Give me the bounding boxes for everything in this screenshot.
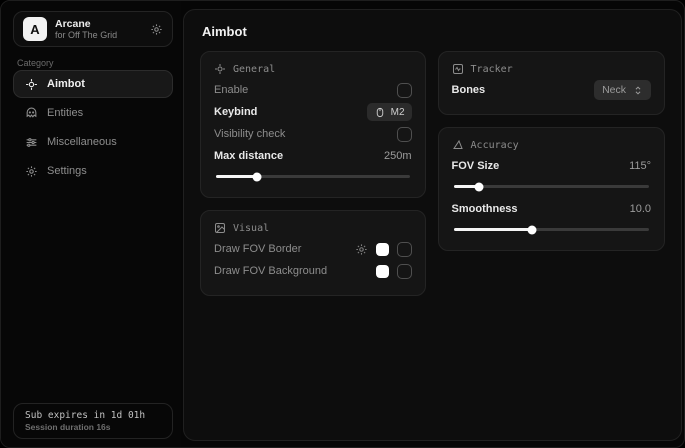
draw-fov-background-label: Draw FOV Background (214, 265, 327, 277)
max-distance-slider[interactable] (216, 175, 410, 178)
app-name: Arcane (55, 18, 142, 30)
fov-border-color-swatch[interactable] (376, 243, 389, 256)
session-duration-text: Session duration 16s (25, 422, 161, 432)
image-icon (214, 222, 226, 234)
sidebar-item-label: Miscellaneous (47, 136, 117, 148)
max-distance-value: 250m (384, 150, 412, 162)
slider-fill (454, 228, 532, 231)
keybind-value: M2 (391, 107, 405, 118)
sidebar-nav: Aimbot Entities Miscellaneous Settings (13, 70, 173, 185)
smoothness-row: Smoothness 10.0 (452, 198, 651, 220)
enable-label: Enable (214, 84, 248, 96)
crosshair-icon (214, 63, 226, 75)
sidebar-item-label: Entities (47, 107, 83, 119)
bones-selected-value: Neck (602, 84, 626, 96)
accuracy-card: Accuracy FOV Size 115° Smoothness 10.0 (438, 127, 665, 251)
sidebar-item-label: Settings (47, 165, 87, 177)
keybind-label: Keybind (214, 106, 257, 118)
keybind-row: Keybind M2 (214, 101, 412, 123)
fov-background-color-swatch[interactable] (376, 265, 389, 278)
entities-icon (25, 107, 38, 120)
slider-knob[interactable] (527, 225, 536, 234)
main-panel: Aimbot General Enable (183, 9, 682, 441)
gear-icon[interactable] (150, 23, 163, 36)
fov-size-label: FOV Size (452, 160, 500, 172)
crosshair-icon (25, 78, 38, 91)
app-window: A Arcane for Off The Grid Category Aimbo… (0, 0, 685, 448)
bones-label: Bones (452, 84, 486, 96)
sidebar-item-aimbot[interactable]: Aimbot (13, 70, 173, 98)
max-distance-label: Max distance (214, 150, 283, 162)
sidebar-item-label: Aimbot (47, 78, 85, 90)
gear-icon (25, 165, 38, 178)
slider-fill (216, 175, 257, 178)
tracker-icon (452, 63, 464, 75)
category-label: Category (17, 58, 54, 68)
draw-fov-background-checkbox[interactable] (397, 264, 412, 279)
subscription-info: Sub expires in 1d 01h Session duration 1… (13, 403, 173, 439)
card-title: Accuracy (471, 140, 519, 151)
visibility-check-label: Visibility check (214, 128, 285, 140)
bones-row: Bones Neck (452, 79, 651, 101)
fov-size-slider[interactable] (454, 185, 649, 188)
draw-fov-background-row: Draw FOV Background (214, 260, 412, 282)
angle-icon (452, 139, 464, 151)
card-title: General (233, 64, 275, 75)
enable-row: Enable (214, 79, 412, 101)
smoothness-slider[interactable] (454, 228, 649, 231)
sidebar-item-entities[interactable]: Entities (13, 99, 173, 127)
app-subtitle: for Off The Grid (55, 30, 142, 40)
draw-fov-border-checkbox[interactable] (397, 242, 412, 257)
gear-icon[interactable] (355, 243, 368, 256)
sidebar: A Arcane for Off The Grid Category Aimbo… (1, 1, 181, 447)
card-title: Visual (233, 223, 269, 234)
draw-fov-border-label: Draw FOV Border (214, 243, 301, 255)
sub-expires-text: Sub expires in 1d 01h (25, 410, 161, 421)
sliders-icon (25, 136, 38, 149)
smoothness-value: 10.0 (630, 203, 651, 215)
bones-select[interactable]: Neck (594, 80, 651, 100)
general-card: General Enable Keybind M2 (200, 51, 426, 198)
mouse-icon (374, 107, 386, 118)
max-distance-row: Max distance 250m (214, 145, 412, 167)
keybind-button[interactable]: M2 (367, 103, 412, 121)
sidebar-item-miscellaneous[interactable]: Miscellaneous (13, 128, 173, 156)
chevrons-up-down-icon (633, 85, 643, 96)
slider-knob[interactable] (252, 172, 261, 181)
smoothness-label: Smoothness (452, 203, 518, 215)
slider-knob[interactable] (474, 182, 483, 191)
card-title: Tracker (471, 64, 513, 75)
visibility-check-checkbox[interactable] (397, 127, 412, 142)
visibility-check-row: Visibility check (214, 123, 412, 145)
fov-size-value: 115° (629, 160, 651, 172)
tracker-card: Tracker Bones Neck (438, 51, 665, 115)
app-logo: A (23, 17, 47, 41)
draw-fov-border-row: Draw FOV Border (214, 238, 412, 260)
page-title: Aimbot (202, 24, 665, 39)
sidebar-item-settings[interactable]: Settings (13, 157, 173, 185)
fov-size-row: FOV Size 115° (452, 155, 651, 177)
app-header-card: A Arcane for Off The Grid (13, 11, 173, 47)
enable-checkbox[interactable] (397, 83, 412, 98)
app-logo-letter: A (30, 22, 39, 37)
visual-card: Visual Draw FOV Border Draw (200, 210, 426, 296)
